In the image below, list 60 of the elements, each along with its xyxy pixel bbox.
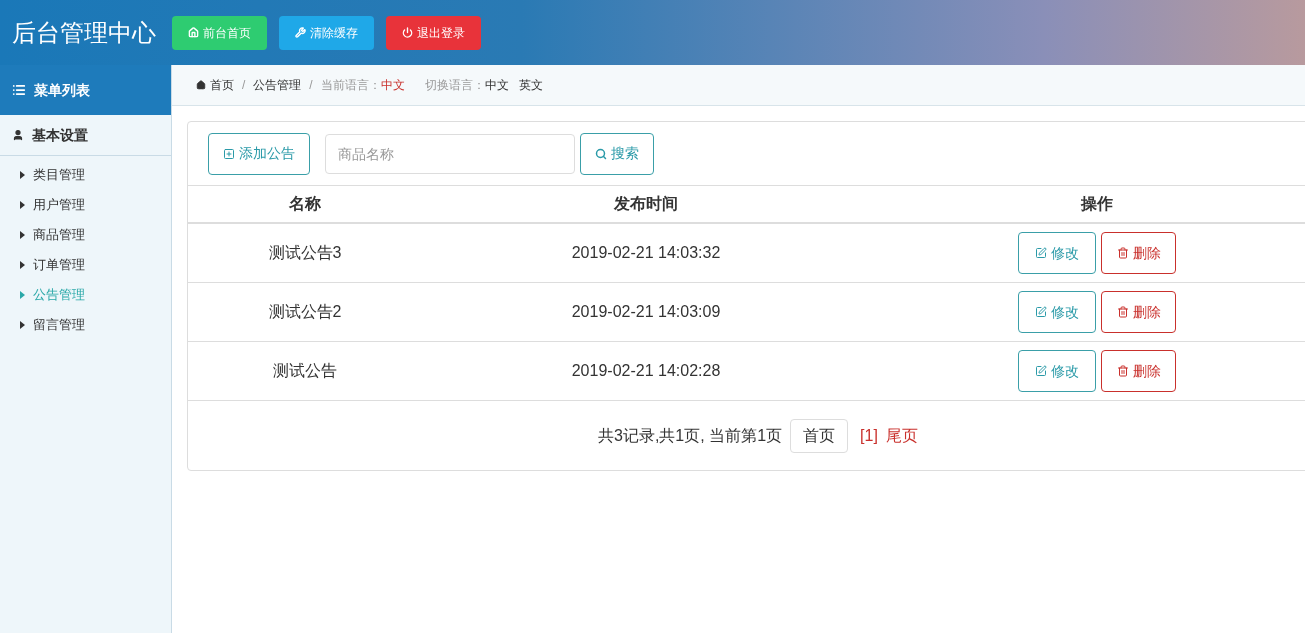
sidebar-item[interactable]: 商品管理 <box>0 220 171 250</box>
caret-icon <box>20 321 25 329</box>
search-icon <box>595 147 607 160</box>
trash-icon <box>1116 247 1129 259</box>
breadcrumb-link[interactable]: 首页 <box>196 76 234 94</box>
add-announcement-button[interactable]: 添加公告 <box>208 132 310 175</box>
caret-icon <box>20 291 25 299</box>
current-page-link[interactable]: [1] <box>860 423 878 448</box>
home-icon <box>196 80 206 90</box>
breadcrumb-separator: / <box>309 77 313 94</box>
language-label: 当前语言： <box>320 77 381 94</box>
sidebar-heading: 菜单列表 <box>0 65 171 115</box>
table-cell: 2019-02-21 14:02:28 <box>422 342 870 401</box>
caret-icon <box>20 171 25 179</box>
power-icon <box>402 27 413 38</box>
delete-button[interactable]: 删除 <box>1101 291 1176 333</box>
sidebar-item[interactable]: 订单管理 <box>0 250 171 280</box>
caret-icon <box>20 201 25 209</box>
sidebar-item[interactable]: 用户管理 <box>0 190 171 220</box>
edit-button[interactable]: 修改 <box>1018 291 1096 333</box>
sidebar-section[interactable]: 基本设置 <box>0 115 171 156</box>
table-cell: 2019-02-21 14:03:32 <box>422 224 870 283</box>
search-field[interactable]: 商品名称 <box>325 133 575 174</box>
list-icon <box>12 83 26 97</box>
delete-button[interactable]: 删除 <box>1101 350 1176 392</box>
edit-icon <box>1035 306 1047 318</box>
table-cell: 测试公告2 <box>188 283 422 342</box>
table-cell: 测试公告3 <box>188 224 422 283</box>
trash-icon <box>1116 365 1129 377</box>
table-cell: 测试公告 <box>188 342 422 401</box>
first-page-button[interactable]: 首页 <box>790 418 849 453</box>
search-button[interactable]: 搜索 <box>580 132 654 175</box>
table-cell: 2019-02-21 14:03:09 <box>422 283 870 342</box>
delete-button[interactable]: 删除 <box>1101 232 1176 274</box>
column-header: 名称 <box>188 186 422 224</box>
home-icon <box>188 27 199 38</box>
trash-icon <box>1116 306 1129 318</box>
header-button[interactable]: 退出登录 <box>386 15 481 50</box>
language-option[interactable]: 中文 <box>484 76 509 94</box>
language-option[interactable]: 英文 <box>518 76 543 94</box>
edit-icon <box>1035 365 1047 377</box>
caret-icon <box>20 261 25 269</box>
switch-language-label: 切换语言： <box>424 77 485 94</box>
column-header: 发布时间 <box>422 186 870 224</box>
user-icon <box>12 129 24 141</box>
caret-icon <box>20 231 25 239</box>
wrench-icon <box>295 27 306 38</box>
edit-icon <box>1035 247 1047 259</box>
column-header: 操作 <box>870 186 1305 224</box>
pagination-summary: 共3记录,共1页, 当前第1页 <box>598 425 783 446</box>
edit-button[interactable]: 修改 <box>1018 350 1096 392</box>
breadcrumb-separator: / <box>242 77 246 94</box>
last-page-link[interactable]: 尾页 <box>885 423 918 448</box>
current-language: 中文 <box>380 77 405 94</box>
edit-button[interactable]: 修改 <box>1018 232 1096 274</box>
app-title: 后台管理中心 <box>12 17 156 48</box>
sidebar-item[interactable]: 留言管理 <box>0 310 171 340</box>
breadcrumb-link[interactable]: 公告管理 <box>253 76 302 94</box>
plus-icon <box>223 147 235 160</box>
sidebar-item[interactable]: 类目管理 <box>0 160 171 190</box>
